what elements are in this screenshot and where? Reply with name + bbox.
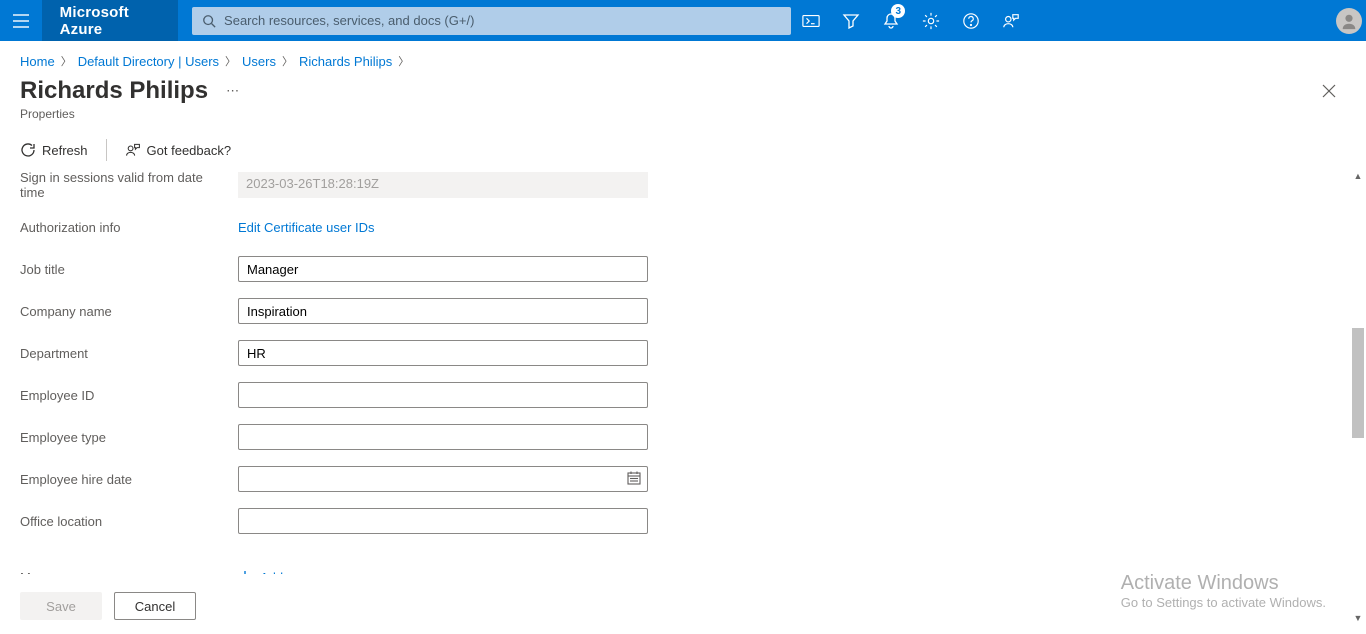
breadcrumb-current[interactable]: Richards Philips (299, 54, 392, 69)
department-input[interactable] (238, 340, 648, 366)
notifications-button[interactable]: 3 (871, 0, 911, 41)
close-blade-button[interactable] (1322, 84, 1336, 98)
sign-in-sessions-label: Sign in sessions valid from date time (20, 170, 238, 200)
more-actions-button[interactable]: ⋯ (226, 83, 240, 99)
save-button[interactable]: Save (20, 592, 102, 620)
calendar-icon (626, 470, 642, 486)
directories-button[interactable] (831, 0, 871, 41)
refresh-label: Refresh (42, 143, 88, 158)
refresh-icon (20, 142, 36, 158)
cloud-shell-button[interactable] (791, 0, 831, 41)
breadcrumb-directory[interactable]: Default Directory | Users (78, 54, 219, 69)
notification-badge: 3 (891, 4, 905, 18)
scrollbar-thumb[interactable] (1352, 328, 1364, 438)
page-subtitle: Properties (0, 107, 1366, 129)
help-button[interactable] (951, 0, 991, 41)
got-feedback-button[interactable]: Got feedback? (125, 142, 232, 158)
account-button[interactable] (1331, 0, 1366, 41)
toolbar-divider (106, 139, 107, 161)
breadcrumb: Home 〉 Default Directory | Users 〉 Users… (0, 41, 1366, 77)
office-location-input[interactable] (238, 508, 648, 534)
breadcrumb-users[interactable]: Users (242, 54, 276, 69)
employee-hire-date-label: Employee hire date (20, 472, 238, 487)
employee-hire-date-input[interactable] (238, 466, 648, 492)
chevron-right-icon: 〉 (282, 53, 293, 69)
feedback-button[interactable] (991, 0, 1031, 41)
gear-icon (922, 12, 940, 30)
top-right-actions: 3 (791, 0, 1031, 41)
search-input[interactable] (224, 13, 781, 28)
department-label: Department (20, 346, 238, 361)
company-name-label: Company name (20, 304, 238, 319)
sign-in-sessions-value: 2023-03-26T18:28:19Z (238, 172, 648, 198)
job-title-label: Job title (20, 262, 238, 277)
menu-toggle[interactable] (0, 0, 42, 41)
scroll-down-arrow-icon[interactable]: ▼ (1350, 610, 1366, 626)
scroll-up-arrow-icon[interactable]: ▲ (1350, 168, 1366, 184)
cloud-shell-icon (802, 14, 820, 28)
employee-type-label: Employee type (20, 430, 238, 445)
watermark-title: Activate Windows (1121, 572, 1326, 595)
chevron-right-icon: 〉 (398, 53, 409, 69)
plus-icon (238, 570, 252, 574)
brand-label[interactable]: Microsoft Azure (42, 0, 178, 41)
properties-form: Sign in sessions valid from date time 20… (20, 168, 1338, 574)
office-location-label: Office location (20, 514, 238, 529)
command-bar: Refresh Got feedback? (0, 129, 1366, 163)
job-title-input[interactable] (238, 256, 648, 282)
company-name-input[interactable] (238, 298, 648, 324)
add-manager-label: Add manager (260, 570, 338, 575)
edit-certificate-link[interactable]: Edit Certificate user IDs (238, 220, 375, 235)
person-feedback-icon (125, 142, 141, 158)
authorization-info-label: Authorization info (20, 220, 238, 235)
top-bar: Microsoft Azure 3 (0, 0, 1366, 41)
add-manager-button[interactable]: Add manager (238, 570, 648, 575)
person-feedback-icon (1002, 12, 1020, 30)
hamburger-icon (13, 14, 29, 28)
breadcrumb-home[interactable]: Home (20, 54, 55, 69)
settings-button[interactable] (911, 0, 951, 41)
employee-id-input[interactable] (238, 382, 648, 408)
filter-icon (842, 13, 860, 29)
page-title: Richards Philips (20, 77, 208, 105)
calendar-picker-button[interactable] (626, 470, 642, 486)
employee-id-label: Employee ID (20, 388, 238, 403)
employee-type-input[interactable] (238, 424, 648, 450)
search-icon (202, 14, 216, 28)
watermark-sub: Go to Settings to activate Windows. (1121, 595, 1326, 610)
windows-activation-watermark: Activate Windows Go to Settings to activ… (1121, 572, 1326, 610)
avatar-icon (1336, 8, 1362, 34)
feedback-label: Got feedback? (147, 143, 232, 158)
cancel-button[interactable]: Cancel (114, 592, 196, 620)
manager-label: Manager (20, 570, 238, 575)
chevron-right-icon: 〉 (225, 53, 236, 69)
chevron-right-icon: 〉 (61, 53, 72, 69)
title-bar: Richards Philips ⋯ (0, 77, 1366, 107)
close-icon (1322, 84, 1336, 98)
global-search[interactable] (192, 7, 791, 35)
vertical-scrollbar[interactable]: ▲ ▼ (1350, 168, 1366, 626)
refresh-button[interactable]: Refresh (20, 142, 88, 158)
help-icon (962, 12, 980, 30)
